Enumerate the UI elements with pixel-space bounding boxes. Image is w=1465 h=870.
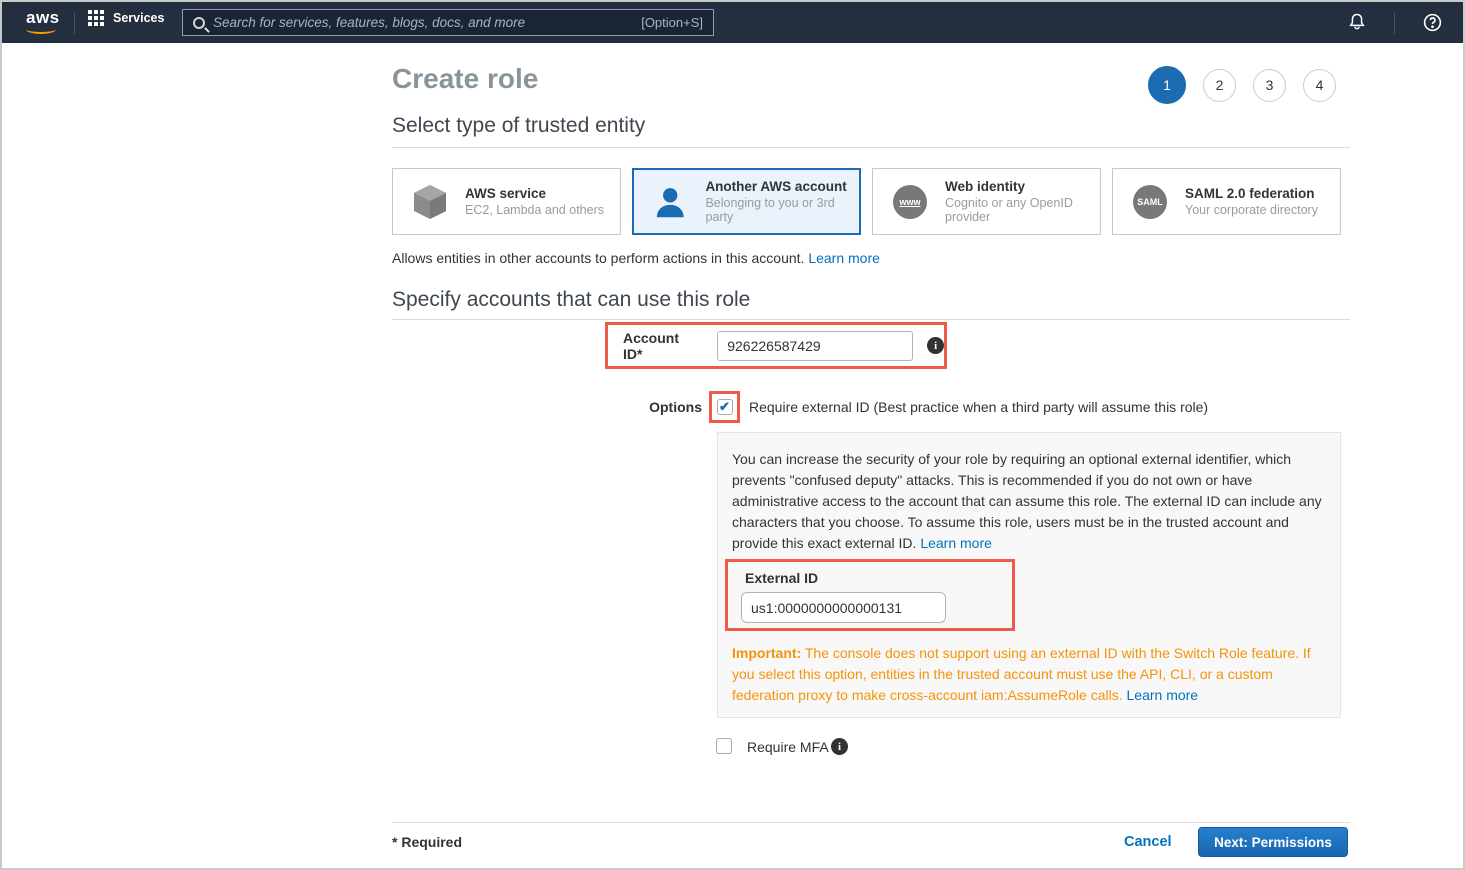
card-subtitle: EC2, Lambda and others <box>465 203 604 217</box>
important-note-prefix: Important: <box>732 645 801 661</box>
external-id-label: External ID <box>745 570 818 586</box>
help-icon[interactable] <box>1422 12 1443 33</box>
footer-divider <box>392 822 1350 823</box>
card-title: Another AWS account <box>705 179 859 194</box>
www-icon: www <box>893 185 927 219</box>
external-id-description-text: You can increase the security of your ro… <box>732 451 1322 551</box>
card-title: Web identity <box>945 179 1085 194</box>
search-icon <box>193 17 205 29</box>
info-icon[interactable]: i <box>927 337 944 354</box>
entity-note: Allows entities in other accounts to per… <box>392 250 880 266</box>
card-saml-federation[interactable]: SAML SAML 2.0 federation Your corporate … <box>1112 168 1341 235</box>
require-mfa-label: Require MFA <box>747 739 829 755</box>
section-title-trusted-entity: Select type of trusted entity <box>392 114 645 138</box>
required-note: * Required <box>392 834 462 850</box>
card-web-identity[interactable]: www Web identity Cognito or any OpenID p… <box>872 168 1101 235</box>
important-note-text: The console does not support using an ex… <box>732 645 1311 703</box>
step-4: 4 <box>1303 69 1336 102</box>
topbar: aws Services [Option+S] <box>2 2 1463 43</box>
external-id-input[interactable] <box>741 592 946 623</box>
cube-icon <box>413 184 447 220</box>
require-external-id-checkbox[interactable]: ✔ <box>717 399 733 415</box>
topbar-divider <box>74 12 75 34</box>
require-external-id-label: Require external ID (Best practice when … <box>749 399 1208 415</box>
aws-logo-text: aws <box>26 8 60 27</box>
card-title: AWS service <box>465 186 604 201</box>
search-input[interactable] <box>205 15 641 30</box>
services-label: Services <box>113 11 164 25</box>
card-subtitle: Cognito or any OpenID provider <box>945 196 1085 224</box>
learn-more-link[interactable]: Learn more <box>808 250 880 266</box>
global-search: [Option+S] <box>182 9 714 36</box>
person-icon <box>653 184 687 220</box>
services-menu-button[interactable]: Services <box>88 10 164 26</box>
require-mfa-checkbox[interactable] <box>716 738 732 754</box>
account-id-label: Account ID* <box>623 330 701 362</box>
topbar-divider <box>1394 12 1395 34</box>
annotation-box-account-id: Account ID* i <box>605 322 947 369</box>
saml-icon: SAML <box>1133 185 1167 219</box>
account-id-input[interactable] <box>717 331 913 361</box>
entity-note-text: Allows entities in other accounts to per… <box>392 250 804 266</box>
card-subtitle: Your corporate directory <box>1185 203 1318 217</box>
section-title-specify-accounts: Specify accounts that can use this role <box>392 288 750 312</box>
learn-more-link[interactable]: Learn more <box>920 535 992 551</box>
divider <box>392 319 1350 320</box>
card-aws-service[interactable]: AWS service EC2, Lambda and others <box>392 168 621 235</box>
external-id-description: You can increase the security of your ro… <box>732 449 1324 554</box>
search-shortcut-hint: [Option+S] <box>641 15 703 30</box>
step-3: 3 <box>1253 69 1286 102</box>
annotation-box-external-id-checkbox: ✔ <box>709 391 740 423</box>
browser-viewport: aws Services [Option+S] <box>0 0 1465 870</box>
step-2: 2 <box>1203 69 1236 102</box>
important-note: Important: The console does not support … <box>732 643 1320 706</box>
card-another-aws-account[interactable]: Another AWS account Belonging to you or … <box>632 168 861 235</box>
next-permissions-button[interactable]: Next: Permissions <box>1198 827 1348 857</box>
page-title: Create role <box>392 63 538 95</box>
external-id-panel: You can increase the security of your ro… <box>717 432 1341 718</box>
trusted-entity-cards: AWS service EC2, Lambda and others Anoth… <box>392 168 1341 235</box>
notifications-bell-icon[interactable] <box>1347 12 1367 32</box>
grid-icon <box>88 10 104 26</box>
divider <box>392 147 1350 148</box>
info-icon[interactable]: i <box>831 738 848 755</box>
card-title: SAML 2.0 federation <box>1185 186 1318 201</box>
wizard-step-indicator: 1 2 3 4 <box>1148 66 1336 104</box>
card-subtitle: Belonging to you or 3rd party <box>705 196 859 224</box>
learn-more-link[interactable]: Learn more <box>1127 687 1199 703</box>
aws-logo[interactable]: aws <box>26 8 60 34</box>
options-label: Options <box>562 399 702 415</box>
cancel-button[interactable]: Cancel <box>1124 834 1172 850</box>
annotation-box-external-id: External ID <box>725 559 1015 631</box>
step-1: 1 <box>1148 66 1186 104</box>
